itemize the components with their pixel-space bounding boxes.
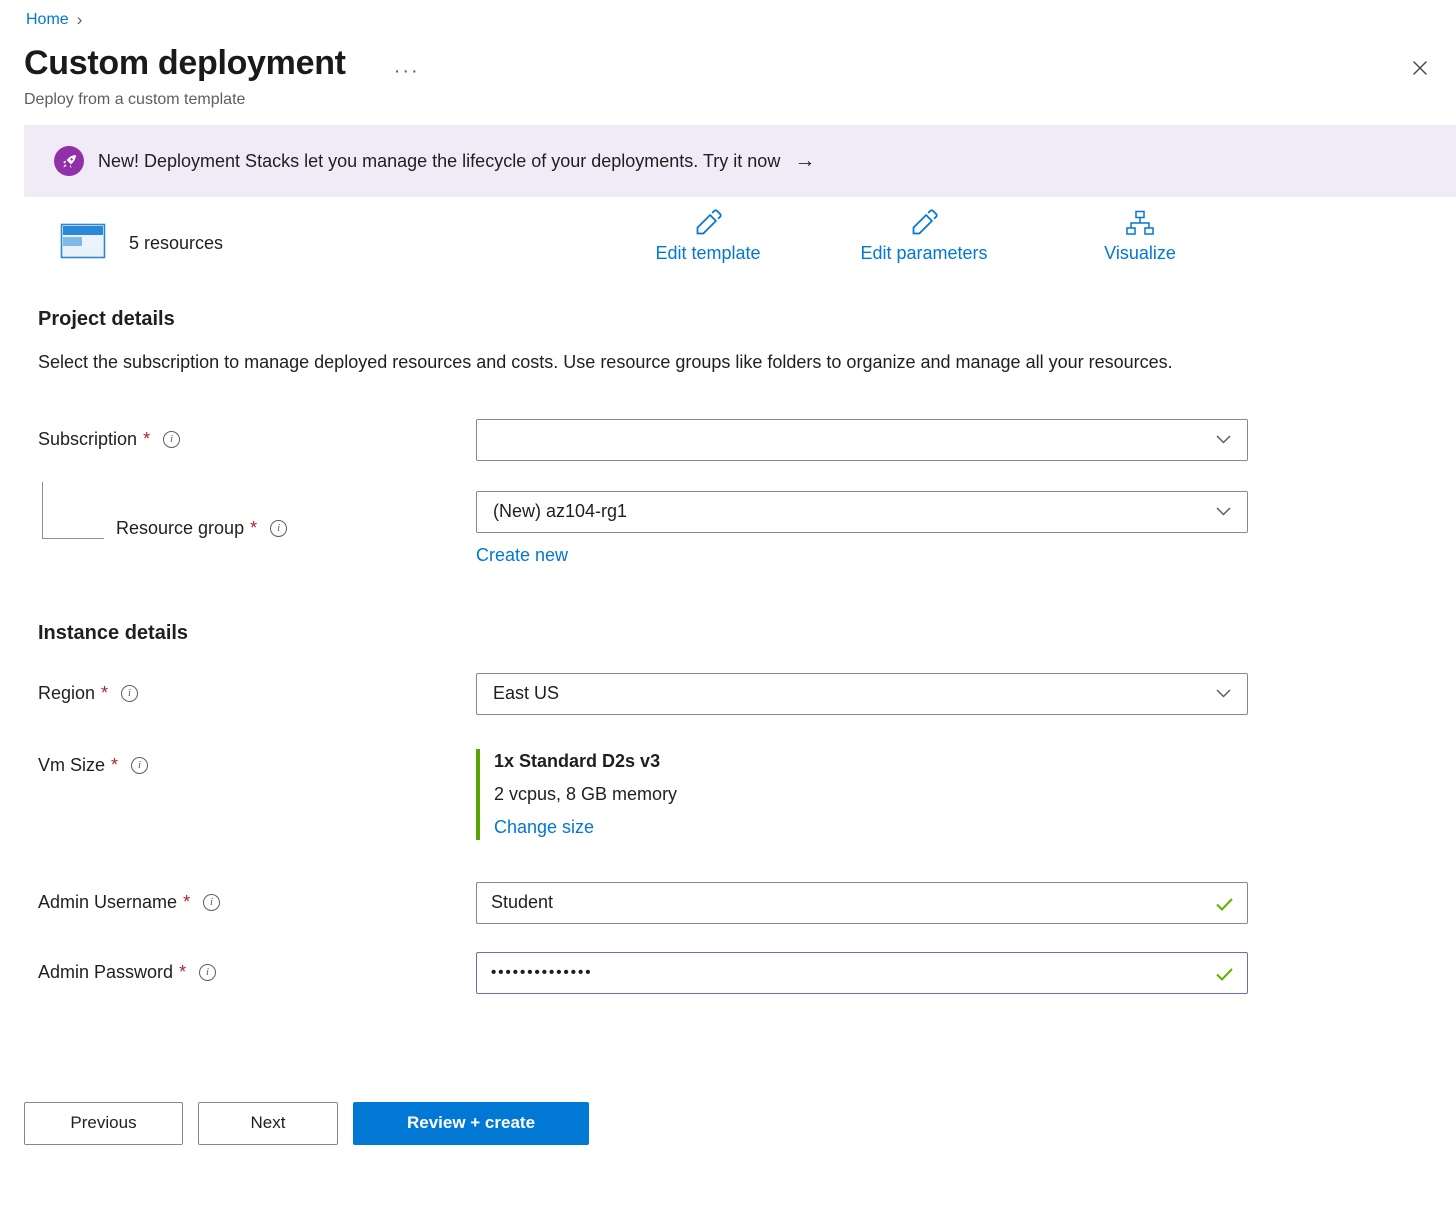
vm-size-name: 1x Standard D2s v3 xyxy=(494,751,1248,772)
arrow-right-icon: → xyxy=(794,149,815,173)
visualize-label: Visualize xyxy=(1104,243,1176,264)
admin-username-input[interactable] xyxy=(476,882,1248,924)
tree-connector xyxy=(42,482,104,539)
resource-group-value: (New) az104-rg1 xyxy=(493,501,627,522)
vm-size-row: Vm Size * 1x Standard D2s v3 2 vcpus, 8 … xyxy=(38,749,1432,840)
breadcrumb: Home › xyxy=(0,0,1456,30)
visualize-button[interactable]: Visualize xyxy=(1032,207,1248,264)
more-options-button[interactable]: ··· xyxy=(388,60,426,82)
required-marker: * xyxy=(250,518,257,539)
vm-size-label: Vm Size xyxy=(38,755,105,776)
info-icon[interactable] xyxy=(163,431,180,448)
chevron-down-icon xyxy=(1216,689,1231,698)
instance-details-heading: Instance details xyxy=(38,622,1432,645)
required-marker: * xyxy=(101,683,108,704)
admin-password-input[interactable] xyxy=(476,952,1248,994)
pencil-icon xyxy=(694,207,722,237)
review-create-button[interactable]: Review + create xyxy=(353,1102,589,1145)
rocket-icon xyxy=(54,146,84,176)
admin-password-label: Admin Password xyxy=(38,962,173,983)
resource-group-label: Resource group xyxy=(116,518,244,539)
vm-size-specs: 2 vcpus, 8 GB memory xyxy=(494,784,1248,805)
resource-group-row: Resource group * (New) az104-rg1 Create … xyxy=(38,491,1432,566)
resource-count: 5 resources xyxy=(129,233,223,254)
page-title: Custom deployment xyxy=(24,44,346,83)
form-content: Project details Select the subscription … xyxy=(0,308,1456,994)
edit-parameters-button[interactable]: Edit parameters xyxy=(816,207,1032,264)
info-icon[interactable] xyxy=(203,894,220,911)
required-marker: * xyxy=(183,892,190,913)
valid-check-icon xyxy=(1216,966,1233,986)
edit-template-label: Edit template xyxy=(655,243,760,264)
info-icon[interactable] xyxy=(199,964,216,981)
template-summary: 5 resources xyxy=(60,223,223,264)
region-value: East US xyxy=(493,683,559,704)
chevron-down-icon xyxy=(1216,507,1231,516)
admin-password-row: Admin Password * xyxy=(38,952,1432,994)
deployment-stacks-banner[interactable]: New! Deployment Stacks let you manage th… xyxy=(24,125,1456,197)
change-size-link[interactable]: Change size xyxy=(494,817,594,838)
info-icon[interactable] xyxy=(131,757,148,774)
subscription-label: Subscription xyxy=(38,429,137,450)
template-bar: 5 resources Edit template xyxy=(60,207,1456,264)
project-details-description: Select the subscription to manage deploy… xyxy=(38,347,1188,379)
valid-check-icon xyxy=(1216,896,1233,916)
pencil-icon xyxy=(910,207,938,237)
region-select[interactable]: East US xyxy=(476,673,1248,715)
required-marker: * xyxy=(111,755,118,776)
banner-message: New! Deployment Stacks let you manage th… xyxy=(98,151,780,172)
wizard-footer: Previous Next Review + create xyxy=(24,1102,1456,1145)
template-icon xyxy=(60,223,106,264)
previous-button[interactable]: Previous xyxy=(24,1102,183,1145)
page-header: Custom deployment ··· Deploy from a cust… xyxy=(0,30,1456,109)
required-marker: * xyxy=(179,962,186,983)
project-details-heading: Project details xyxy=(38,308,1432,331)
breadcrumb-home-link[interactable]: Home xyxy=(26,11,69,29)
vm-size-summary: 1x Standard D2s v3 2 vcpus, 8 GB memory … xyxy=(476,749,1248,840)
subscription-select[interactable] xyxy=(476,419,1248,461)
next-button[interactable]: Next xyxy=(198,1102,338,1145)
resource-group-select[interactable]: (New) az104-rg1 xyxy=(476,491,1248,533)
subscription-row: Subscription * xyxy=(38,419,1432,461)
page-subtitle: Deploy from a custom template xyxy=(24,91,1432,109)
custom-deployment-page: Home › Custom deployment ··· Deploy from… xyxy=(0,0,1456,1219)
close-button[interactable] xyxy=(1408,56,1432,83)
required-marker: * xyxy=(143,429,150,450)
edit-template-button[interactable]: Edit template xyxy=(600,207,816,264)
info-icon[interactable] xyxy=(270,520,287,537)
close-icon xyxy=(1412,64,1428,79)
admin-username-row: Admin Username * xyxy=(38,882,1432,924)
chevron-down-icon xyxy=(1216,435,1231,444)
admin-username-label: Admin Username xyxy=(38,892,177,913)
info-icon[interactable] xyxy=(121,685,138,702)
edit-parameters-label: Edit parameters xyxy=(860,243,987,264)
visualize-icon xyxy=(1125,207,1155,237)
create-new-link[interactable]: Create new xyxy=(476,545,568,566)
region-row: Region * East US xyxy=(38,673,1432,715)
breadcrumb-separator-icon: › xyxy=(77,10,83,30)
region-label: Region xyxy=(38,683,95,704)
